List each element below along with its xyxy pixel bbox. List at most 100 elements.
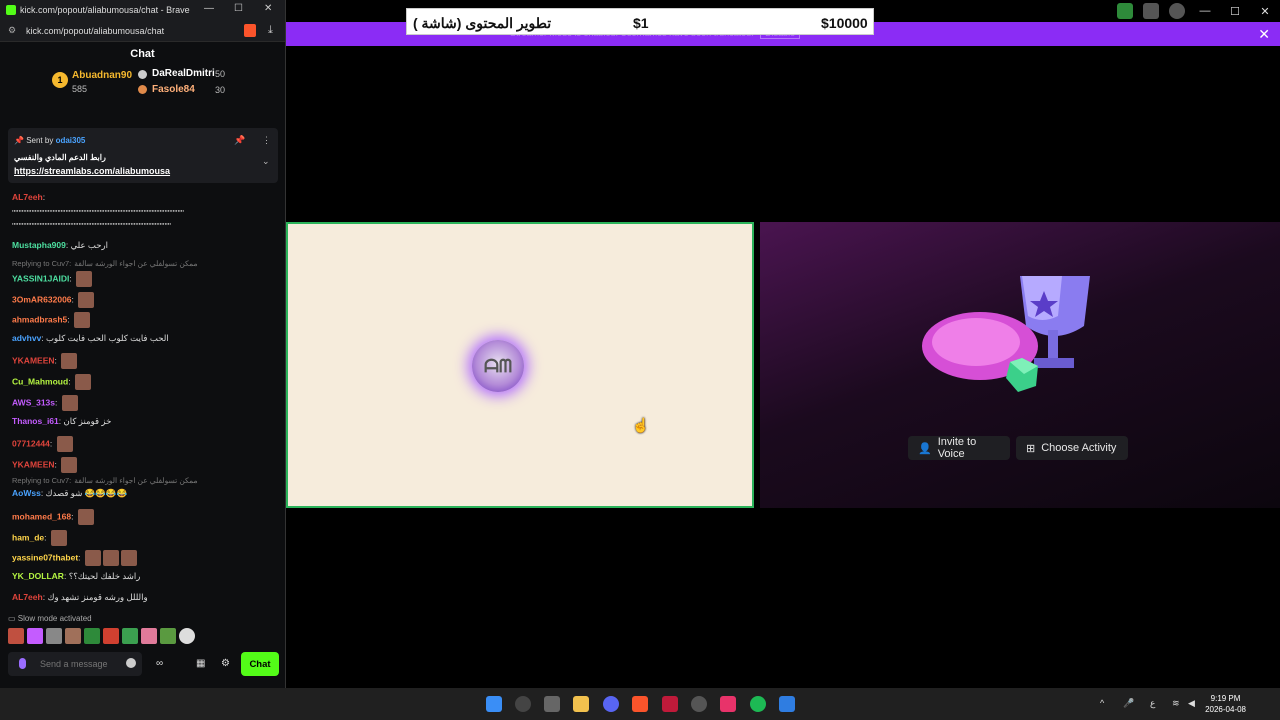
unpin-icon[interactable]: 📌 <box>234 135 245 146</box>
chat-emote[interactable] <box>61 395 78 411</box>
pinned-sender[interactable]: odai305 <box>56 136 86 145</box>
emote-6[interactable] <box>103 628 119 644</box>
tray-mic-icon[interactable]: 🎤 <box>1123 698 1134 709</box>
chat-username[interactable]: AL7eeh <box>12 192 43 202</box>
close-icon[interactable]: ✕ <box>1250 5 1280 18</box>
leader-first-name[interactable]: Abuadnan90 <box>72 70 132 81</box>
maximize-icon[interactable]: ☐ <box>1220 5 1250 18</box>
leader-second-name[interactable]: DaRealDmitri <box>152 68 215 79</box>
app-d-icon[interactable] <box>779 696 795 712</box>
chat-emote[interactable] <box>102 550 119 566</box>
chat-username[interactable]: Cu_Mahmoud <box>12 376 68 386</box>
site-settings-icon[interactable]: ⚙ <box>8 25 18 36</box>
chat-username[interactable]: AL7eeh <box>12 592 43 602</box>
brave-icon[interactable] <box>632 696 648 712</box>
emoji-icon[interactable] <box>126 658 136 668</box>
chat-emote[interactable] <box>77 509 94 525</box>
start-icon[interactable] <box>486 696 502 712</box>
settings-icon[interactable]: ⚙ <box>221 658 230 669</box>
emote-4[interactable] <box>65 628 81 644</box>
emote-8[interactable] <box>141 628 157 644</box>
chat-emote[interactable] <box>74 312 91 328</box>
reply-context[interactable]: Replying to Cuv7: ممكن تسولفلي عن اجواء ا… <box>12 259 198 268</box>
url-text[interactable]: kick.com/popout/aliabumousa/chat <box>26 26 164 36</box>
chat-username[interactable]: yassine07thabet <box>12 552 78 562</box>
reply-context[interactable]: Replying to Cuv7: ممكن تسولفلي عن اجواء ا… <box>12 476 198 485</box>
file-explorer-icon[interactable] <box>573 696 589 712</box>
channel-logo-icon: ᗩᗰ <box>472 340 524 392</box>
brave-shield-icon[interactable] <box>244 24 256 37</box>
emote-1[interactable] <box>8 628 24 644</box>
emote-9[interactable] <box>160 628 176 644</box>
chat-emote[interactable] <box>76 271 93 287</box>
pinned-link[interactable]: https://streamlabs.com/aliabumousa <box>14 166 170 176</box>
chat-username[interactable]: AoWss <box>12 488 41 498</box>
cast-icon[interactable] <box>1143 3 1159 19</box>
popout-minimize-icon[interactable]: — <box>204 3 214 14</box>
help-icon[interactable] <box>1169 3 1185 19</box>
minimize-icon[interactable]: — <box>1190 5 1220 17</box>
chat-emote[interactable] <box>50 530 67 546</box>
chevron-down-icon[interactable]: ⌄ <box>262 156 270 167</box>
chat-username[interactable]: YK_DOLLAR <box>12 571 64 581</box>
emote-7[interactable] <box>122 628 138 644</box>
chat-emote[interactable] <box>84 550 101 566</box>
search-icon[interactable] <box>515 696 531 712</box>
discord-icon[interactable] <box>603 696 619 712</box>
goal-title: تطوير المحتوى (شاشة ) <box>413 15 552 31</box>
emote-10[interactable] <box>179 628 195 644</box>
chat-username[interactable]: AWS_313s <box>12 397 55 407</box>
more-options-icon[interactable]: ⋮ <box>262 135 271 146</box>
chat-username[interactable]: advhvv <box>12 333 41 343</box>
stream-video[interactable]: ᗩᗰ <box>286 222 754 508</box>
chat-username[interactable]: Mustapha909 <box>12 240 66 250</box>
download-icon[interactable]: ⤓ <box>268 24 273 37</box>
store-icon[interactable]: ▦ <box>196 658 205 669</box>
popout-maximize-icon[interactable]: ☐ <box>234 3 243 14</box>
banner-close-icon[interactable]: ✕ <box>1258 26 1270 43</box>
address-bar[interactable]: ⚙ kick.com/popout/aliabumousa/chat <box>0 20 285 42</box>
app-c-icon[interactable] <box>720 696 736 712</box>
leaf-icon[interactable] <box>1117 3 1133 19</box>
volume-icon[interactable]: ◀ <box>1188 698 1195 709</box>
chat-message-input[interactable] <box>8 652 142 676</box>
leader-third-value: 30 <box>215 85 226 95</box>
chat-username[interactable]: YKAMEEN <box>12 355 55 365</box>
emote-3[interactable] <box>46 628 62 644</box>
chat-separator: : <box>71 294 77 305</box>
popout-close-icon[interactable]: ✕ <box>264 3 272 14</box>
chat-emote[interactable] <box>120 550 137 566</box>
chat-emote[interactable] <box>56 436 73 452</box>
chat-username[interactable]: Thanos_i61 <box>12 416 59 426</box>
invite-label: Invite to Voice <box>937 436 977 460</box>
chat-message: Cu_Mahmoud: <box>12 374 91 390</box>
chat-username[interactable]: ahmadbrash5 <box>12 314 67 324</box>
widgets-icon[interactable] <box>544 696 560 712</box>
chat-username[interactable]: ham_de <box>12 532 44 542</box>
invite-to-voice-button[interactable]: 👤 Invite to Voice <box>908 436 1010 460</box>
chat-emote[interactable] <box>61 457 78 473</box>
chat-username[interactable]: YKAMEEN <box>12 459 55 469</box>
chat-username[interactable]: 07712444 <box>12 438 50 448</box>
chat-username[interactable]: mohamed_168 <box>12 511 71 521</box>
language-indicator[interactable]: ع <box>1150 698 1155 709</box>
chat-separator: : <box>68 376 73 387</box>
clock[interactable]: 9:19 PM 2026-04-08 <box>1205 693 1246 715</box>
send-chat-button[interactable]: Chat <box>241 652 279 676</box>
chat-emote[interactable] <box>78 292 95 308</box>
link-icon[interactable]: ∞ <box>156 658 163 669</box>
emote-2[interactable] <box>27 628 43 644</box>
app-b-icon[interactable] <box>691 696 707 712</box>
app-a-icon[interactable] <box>662 696 678 712</box>
choose-activity-button[interactable]: ⊞ Choose Activity <box>1016 436 1128 460</box>
chat-username[interactable]: YASSIN1JAIDI <box>12 273 69 283</box>
leader-third-name[interactable]: Fasole84 <box>152 84 195 95</box>
chat-username[interactable]: 3OmAR632006 <box>12 294 72 304</box>
chat-emote[interactable] <box>74 374 91 390</box>
spotify-icon[interactable] <box>750 696 766 712</box>
microphone-icon[interactable] <box>19 658 26 669</box>
chat-emote[interactable] <box>61 353 78 369</box>
wifi-icon[interactable]: ≋ <box>1172 698 1180 709</box>
emote-5[interactable] <box>84 628 100 644</box>
tray-chevron-icon[interactable]: ^ <box>1100 698 1104 708</box>
